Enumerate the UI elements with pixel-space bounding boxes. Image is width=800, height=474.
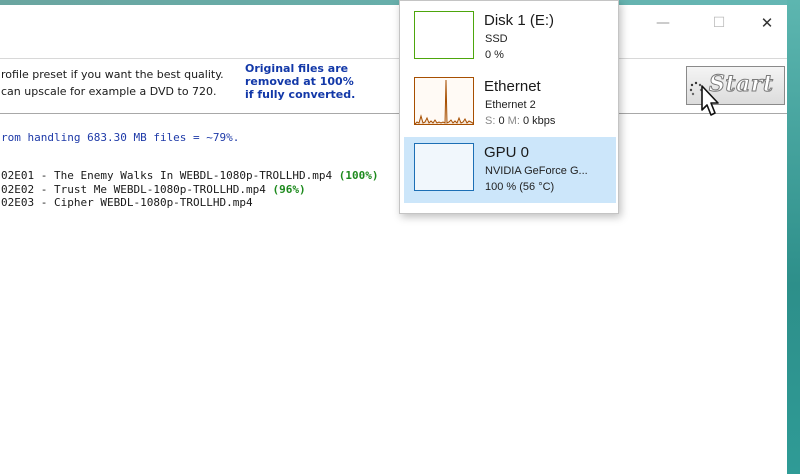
title-bar: — ☐ ✕	[0, 5, 787, 41]
status-text: rom handling 683.30 MB files = ~79%.	[1, 131, 240, 144]
list-item[interactable]: 02E01 - The Enemy Walks In WEBDL-1080p-T…	[1, 169, 379, 183]
perf-item-value: S: 0 M: 0 kbps	[485, 115, 555, 127]
disk-graph-thumbnail	[414, 11, 474, 59]
perf-item-subtitle: Ethernet 2	[485, 99, 536, 111]
list-item[interactable]: 02E02 - Trust Me WEBDL-1080p-TROLLHD.mp4…	[1, 183, 379, 197]
perf-item-title: Ethernet	[484, 78, 541, 95]
perf-item-subtitle: NVIDIA GeForce G...	[485, 165, 588, 177]
busy-spinner-icon	[689, 81, 703, 96]
removal-notice-line3: if fully converted.	[245, 88, 356, 101]
receive-label: M:	[507, 115, 520, 127]
close-button[interactable]: ✕	[750, 11, 784, 35]
hint-text-line1: rofile preset if you want the best quali…	[1, 68, 224, 81]
file-name: 02E03 - Cipher WEBDL-1080p-TROLLHD.mp4	[1, 196, 253, 209]
perf-item-title: GPU 0	[484, 144, 530, 161]
file-name: 02E02 - Trust Me WEBDL-1080p-TROLLHD.mp4	[1, 182, 266, 196]
desktop-background-edge	[787, 0, 800, 474]
list-item[interactable]: 02E03 - Cipher WEBDL-1080p-TROLLHD.mp4	[1, 196, 379, 210]
removal-notice-line2: removed at 100%	[245, 75, 354, 88]
performance-panel: Disk 1 (E:) SSD 0 % Ethernet Ethernet 2 …	[399, 0, 619, 214]
send-value: 0	[498, 115, 505, 127]
pointer-cursor-icon	[689, 81, 719, 116]
perf-item-value: 0 %	[485, 49, 504, 61]
perf-item-disk[interactable]: Disk 1 (E:) SSD 0 %	[404, 5, 616, 71]
ethernet-activity-graph	[415, 79, 473, 124]
receive-value: 0 kbps	[522, 115, 556, 127]
perf-item-value: 100 % (56 °C)	[485, 181, 555, 193]
hint-text-line2: can upscale for example a DVD to 720.	[1, 85, 217, 98]
perf-item-title: Disk 1 (E:)	[484, 12, 555, 29]
converter-window: — ☐ ✕ rofile preset if you want the best…	[0, 5, 787, 474]
file-list: 02E01 - The Enemy Walks In WEBDL-1080p-T…	[1, 169, 379, 210]
perf-item-subtitle: SSD	[485, 33, 508, 45]
send-label: S:	[485, 115, 496, 127]
file-progress: (96%)	[272, 182, 306, 196]
minimize-button[interactable]: —	[646, 11, 680, 35]
file-name: 02E01 - The Enemy Walks In WEBDL-1080p-T…	[1, 169, 333, 182]
removal-notice-line1: Original files are	[245, 62, 349, 75]
info-bar: rofile preset if you want the best quali…	[0, 58, 787, 114]
ethernet-graph-thumbnail	[414, 77, 474, 125]
removal-notice: Original files are removed at 100% if fu…	[245, 62, 355, 101]
perf-item-gpu[interactable]: GPU 0 NVIDIA GeForce G... 100 % (56 °C)	[404, 137, 616, 203]
maximize-button[interactable]: ☐	[702, 11, 736, 35]
gpu-graph-thumbnail	[414, 143, 474, 191]
perf-item-ethernet[interactable]: Ethernet Ethernet 2 S: 0 M: 0 kbps	[404, 71, 616, 137]
file-progress: (100%)	[338, 169, 379, 182]
